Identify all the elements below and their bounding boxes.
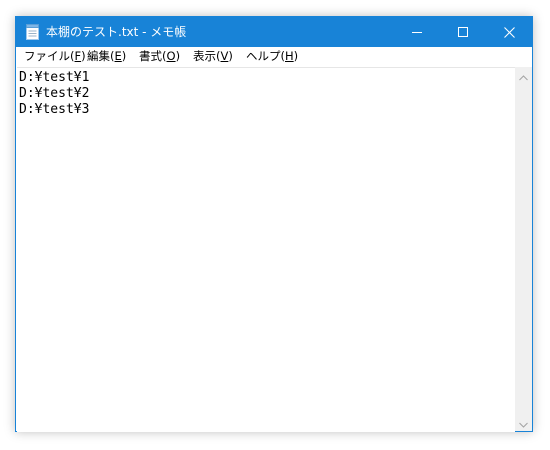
menu-file-suffix: ): [81, 49, 86, 63]
menu-help[interactable]: ヘルプ(H): [246, 47, 298, 66]
menu-bar: ファイル(F) 編集(E) 書式(O) 表示(V) ヘルプ(H): [16, 47, 532, 66]
minimize-button[interactable]: [394, 17, 440, 47]
menu-format-mnemonic: O: [166, 49, 176, 63]
scroll-up-arrow-icon: [519, 66, 528, 85]
menu-help-mnemonic: H: [285, 49, 294, 63]
scroll-up-button[interactable]: [515, 67, 532, 84]
window-title: 本棚のテスト.txt - メモ帳: [46, 25, 187, 39]
menu-file-label: ファイル(: [24, 49, 75, 63]
close-icon: [503, 26, 515, 38]
vertical-scrollbar[interactable]: [515, 67, 532, 431]
menu-edit-suffix: ): [121, 49, 127, 63]
text-editor-area[interactable]: D:¥test¥1 D:¥test¥2 D:¥test¥3: [17, 67, 515, 432]
scroll-down-button[interactable]: [515, 414, 532, 431]
menu-edit-mnemonic: E: [114, 49, 122, 63]
minimize-icon: [412, 27, 422, 37]
editor-line: D:¥test¥3: [19, 102, 90, 117]
menu-format[interactable]: 書式(O): [139, 47, 180, 66]
menu-help-label: ヘルプ(: [246, 49, 285, 63]
notepad-window: 本棚のテスト.txt - メモ帳 ファイル(F) 編集(E) 書式(O) 表示(…: [15, 16, 533, 432]
maximize-icon: [458, 27, 468, 37]
menu-format-suffix: ): [175, 49, 181, 63]
scroll-down-arrow-icon: [519, 413, 528, 432]
editor-line: D:¥test¥1: [19, 70, 90, 85]
menu-view[interactable]: 表示(V): [193, 47, 233, 66]
close-button[interactable]: [486, 17, 532, 47]
title-bar[interactable]: 本棚のテスト.txt - メモ帳: [16, 17, 532, 47]
menu-format-label: 書式(: [139, 49, 167, 63]
notepad-icon[interactable]: [25, 24, 40, 40]
maximize-button[interactable]: [440, 17, 486, 47]
menu-view-label: 表示(: [193, 49, 221, 63]
menu-edit-label: 編集(: [87, 49, 115, 63]
menu-edit[interactable]: 編集(E): [87, 47, 126, 66]
menu-help-suffix: ): [293, 49, 299, 63]
editor-line: D:¥test¥2: [19, 86, 90, 101]
menu-file[interactable]: ファイル(F): [24, 47, 86, 66]
menu-view-suffix: ): [228, 49, 233, 63]
